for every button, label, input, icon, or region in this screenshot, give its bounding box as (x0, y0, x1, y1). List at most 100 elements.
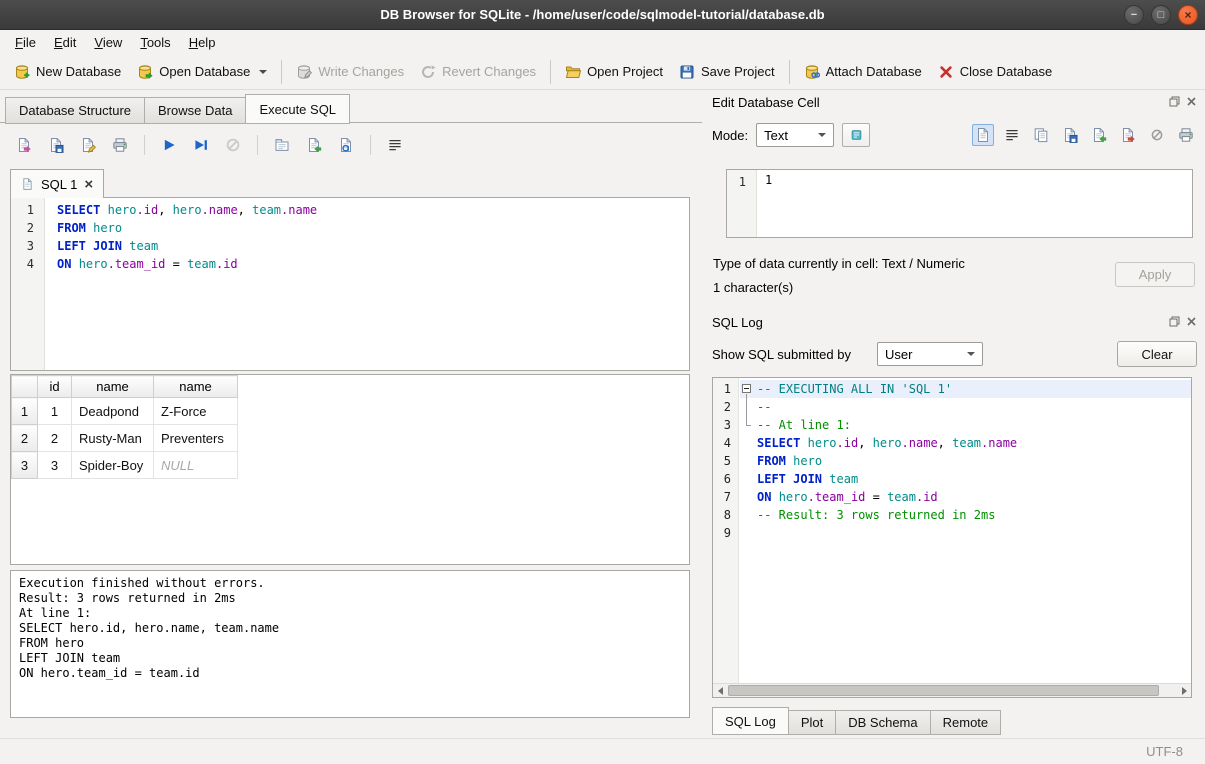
line-number: 8 (713, 506, 738, 524)
copy-cell-icon[interactable] (1030, 124, 1052, 146)
attach-database-button[interactable]: Attach Database (796, 59, 930, 85)
log-line-text (753, 524, 1191, 542)
scroll-left-icon[interactable] (713, 684, 727, 697)
import-sql-icon[interactable] (304, 135, 324, 155)
menu-item-edit[interactable]: Edit (45, 32, 85, 53)
log-line-text: FROM hero (753, 452, 1191, 470)
menu-item-help[interactable]: Help (180, 32, 225, 53)
table-cell[interactable]: Z-Force (154, 398, 238, 425)
cell-editor-content[interactable]: 1 (757, 170, 1192, 237)
cell-mode-select[interactable]: Text (756, 123, 834, 147)
editor-line: LEFT JOIN team (45, 237, 689, 255)
cell-editor-gutter: 1 (727, 170, 757, 237)
table-cell[interactable]: Spider-Boy (72, 452, 154, 479)
log-line: -- At line 1: (740, 416, 1191, 434)
scrollbar-thumb[interactable] (728, 685, 1159, 696)
horizontal-scrollbar[interactable] (713, 683, 1191, 697)
close-button[interactable]: × (1178, 5, 1198, 25)
import-cell-icon[interactable] (1088, 124, 1110, 146)
save-sql-as-icon[interactable] (78, 135, 98, 155)
title-bar[interactable]: DB Browser for SQLite - /home/user/code/… (0, 0, 1205, 30)
print-icon[interactable] (110, 135, 130, 155)
text-view-icon[interactable] (972, 124, 994, 146)
tab-plot[interactable]: Plot (788, 710, 836, 735)
set-null-icon[interactable] (1146, 124, 1168, 146)
apply-button: Apply (1115, 262, 1195, 287)
table-row: 22Rusty-ManPreventers (12, 425, 238, 452)
tab-db-schema[interactable]: DB Schema (835, 710, 930, 735)
tab-browse-data[interactable]: Browse Data (144, 97, 246, 124)
float-panel-icon[interactable] (1168, 95, 1181, 108)
print-cell-icon[interactable] (1175, 124, 1197, 146)
tab-sql-log[interactable]: SQL Log (712, 707, 789, 735)
save-project-button[interactable]: Save Project (671, 59, 783, 85)
close-panel-icon[interactable] (1185, 95, 1198, 108)
log-gutter: 123456789 (713, 378, 739, 683)
db-open-icon (137, 64, 153, 80)
column-header-name[interactable]: name (72, 376, 154, 398)
format-sql-icon[interactable] (336, 135, 356, 155)
close-tab-icon[interactable]: × (84, 177, 93, 192)
minimize-button[interactable]: − (1124, 5, 1144, 25)
tab-database-structure[interactable]: Database Structure (5, 97, 145, 124)
db-write-icon (296, 64, 312, 80)
execute-all-icon[interactable] (159, 135, 179, 155)
column-header-name[interactable]: name (154, 376, 238, 398)
editor-code[interactable]: SELECT hero.id, hero.name, team.nameFROM… (45, 198, 689, 370)
save-sql-file-icon[interactable] (46, 135, 66, 155)
results-corner-cell (12, 376, 38, 398)
cell-mode-settings-button[interactable] (842, 123, 870, 147)
row-header[interactable]: 3 (12, 452, 38, 479)
sql-log-view: 123456789 -- EXECUTING ALL IN 'SQL 1'---… (712, 377, 1192, 698)
new-database-button[interactable]: New Database (6, 59, 129, 85)
cell-editor[interactable]: 1 1 (726, 169, 1193, 238)
toolbar-button-label: Open Project (587, 64, 663, 79)
editor-line: ON hero.team_id = team.id (45, 255, 689, 273)
table-cell[interactable]: 3 (38, 452, 72, 479)
column-header-id[interactable]: id (38, 376, 72, 398)
tab-remote[interactable]: Remote (930, 710, 1002, 735)
maximize-button[interactable]: □ (1151, 5, 1171, 25)
line-number: 1 (713, 380, 738, 398)
row-header[interactable]: 1 (12, 398, 38, 425)
sql-editor[interactable]: 1234 SELECT hero.id, hero.name, team.nam… (10, 197, 690, 371)
word-wrap-icon[interactable] (1001, 124, 1023, 146)
table-cell[interactable]: 2 (38, 425, 72, 452)
write-changes-button: Write Changes (288, 59, 412, 85)
table-cell[interactable]: Rusty-Man (72, 425, 154, 452)
float-log-panel-icon[interactable] (1168, 315, 1181, 328)
toolbar-button-label: New Database (36, 64, 121, 79)
fold-marker[interactable] (740, 380, 753, 398)
log-line: -- EXECUTING ALL IN 'SQL 1' (740, 380, 1191, 398)
clear-log-button[interactable]: Clear (1117, 341, 1197, 367)
close-database-button[interactable]: Close Database (930, 59, 1061, 85)
table-cell[interactable]: 1 (38, 398, 72, 425)
sql-query-tab[interactable]: SQL 1 × (10, 169, 104, 198)
log-filter-select[interactable]: User (877, 342, 983, 366)
table-cell[interactable]: Preventers (154, 425, 238, 452)
edit-cell-panel-title: Edit Database Cell (712, 95, 820, 110)
open-project-button[interactable]: Open Project (557, 59, 671, 85)
save-cell-icon[interactable] (1059, 124, 1081, 146)
open-sql-file-icon[interactable] (14, 135, 34, 155)
export-cell-icon[interactable] (1117, 124, 1139, 146)
open-query-tab-icon[interactable] (272, 135, 292, 155)
open-database-button[interactable]: Open Database (129, 59, 275, 85)
execute-current-line-icon[interactable] (191, 135, 211, 155)
results-body: 11DeadpondZ-Force22Rusty-ManPreventers33… (12, 398, 238, 479)
scroll-right-icon[interactable] (1177, 684, 1191, 697)
menu-item-tools[interactable]: Tools (131, 32, 179, 53)
menu-item-view[interactable]: View (85, 32, 131, 53)
log-filter-label: Show SQL submitted by (712, 347, 851, 362)
word-wrap-icon[interactable] (385, 135, 405, 155)
close-log-panel-icon[interactable] (1185, 315, 1198, 328)
table-cell[interactable]: NULL (154, 452, 238, 479)
toolbar-separator (550, 60, 551, 84)
row-header[interactable]: 2 (12, 425, 38, 452)
menu-item-file[interactable]: File (6, 32, 45, 53)
table-cell[interactable]: Deadpond (72, 398, 154, 425)
tab-execute-sql[interactable]: Execute SQL (245, 94, 350, 124)
execution-message: Execution finished without errors. Resul… (10, 570, 690, 718)
toolbar-button-label: Close Database (960, 64, 1053, 79)
log-filter-row: Show SQL submitted by User Clear (712, 340, 1197, 368)
